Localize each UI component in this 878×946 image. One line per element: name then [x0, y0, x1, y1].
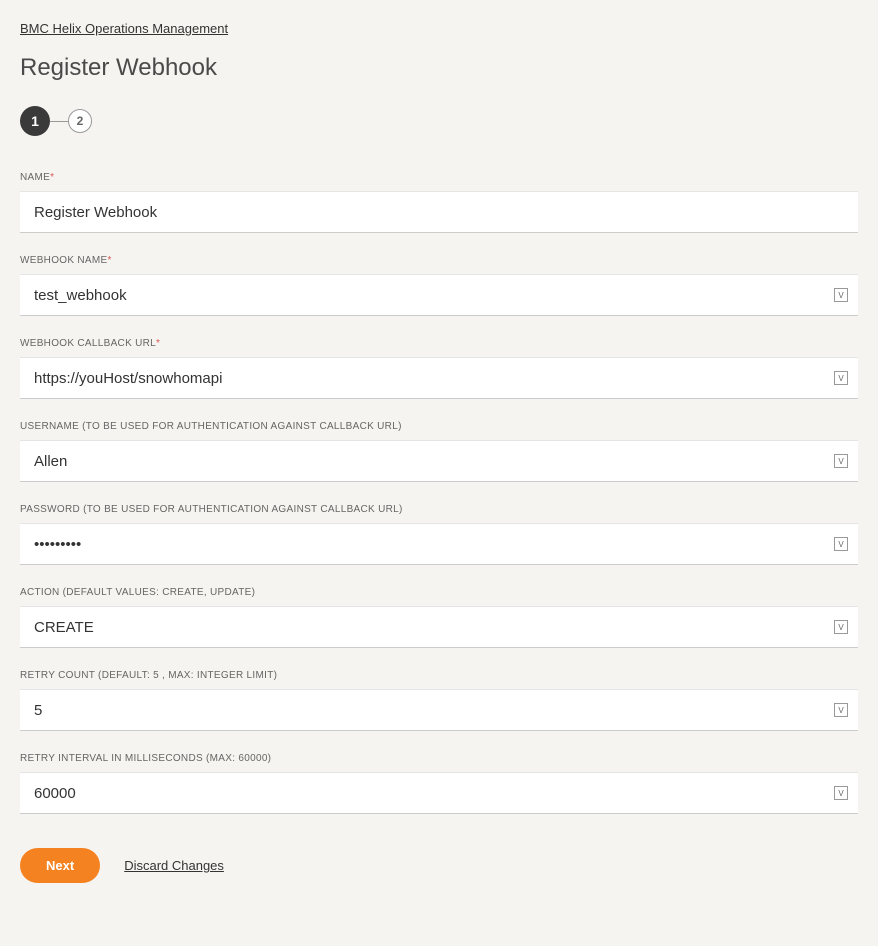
- action-label: ACTION (DEFAULT VALUES: CREATE, UPDATE): [20, 587, 858, 598]
- step-1[interactable]: 1: [20, 106, 50, 136]
- callback-url-label: WEBHOOK CALLBACK URL*: [20, 338, 858, 349]
- retry-interval-field[interactable]: [20, 772, 858, 814]
- required-indicator: *: [156, 338, 160, 349]
- password-field[interactable]: [20, 523, 858, 565]
- step-2[interactable]: 2: [68, 109, 92, 133]
- step-connector: [50, 121, 68, 122]
- password-label: PASSWORD (TO BE USED FOR AUTHENTICATION …: [20, 504, 858, 515]
- name-label: NAME*: [20, 172, 858, 183]
- discard-changes-link[interactable]: Discard Changes: [124, 858, 224, 873]
- retry-interval-label: RETRY INTERVAL IN MILLISECONDS (MAX: 600…: [20, 753, 858, 764]
- next-button[interactable]: Next: [20, 848, 100, 883]
- breadcrumb[interactable]: BMC Helix Operations Management: [20, 21, 228, 36]
- required-indicator: *: [108, 255, 112, 266]
- webhook-name-label-text: WEBHOOK NAME: [20, 255, 108, 266]
- retry-count-label: RETRY COUNT (DEFAULT: 5 , MAX: INTEGER L…: [20, 670, 858, 681]
- username-field[interactable]: [20, 440, 858, 482]
- page-title: Register Webhook: [20, 54, 858, 82]
- stepper: 1 2: [20, 106, 858, 136]
- action-field[interactable]: [20, 606, 858, 648]
- username-label: USERNAME (TO BE USED FOR AUTHENTICATION …: [20, 421, 858, 432]
- required-indicator: *: [50, 172, 54, 183]
- name-label-text: NAME: [20, 172, 50, 183]
- webhook-name-label: WEBHOOK NAME*: [20, 255, 858, 266]
- callback-url-field[interactable]: [20, 357, 858, 399]
- callback-url-label-text: WEBHOOK CALLBACK URL: [20, 338, 156, 349]
- retry-count-field[interactable]: [20, 689, 858, 731]
- webhook-name-field[interactable]: [20, 274, 858, 316]
- name-field[interactable]: [20, 191, 858, 233]
